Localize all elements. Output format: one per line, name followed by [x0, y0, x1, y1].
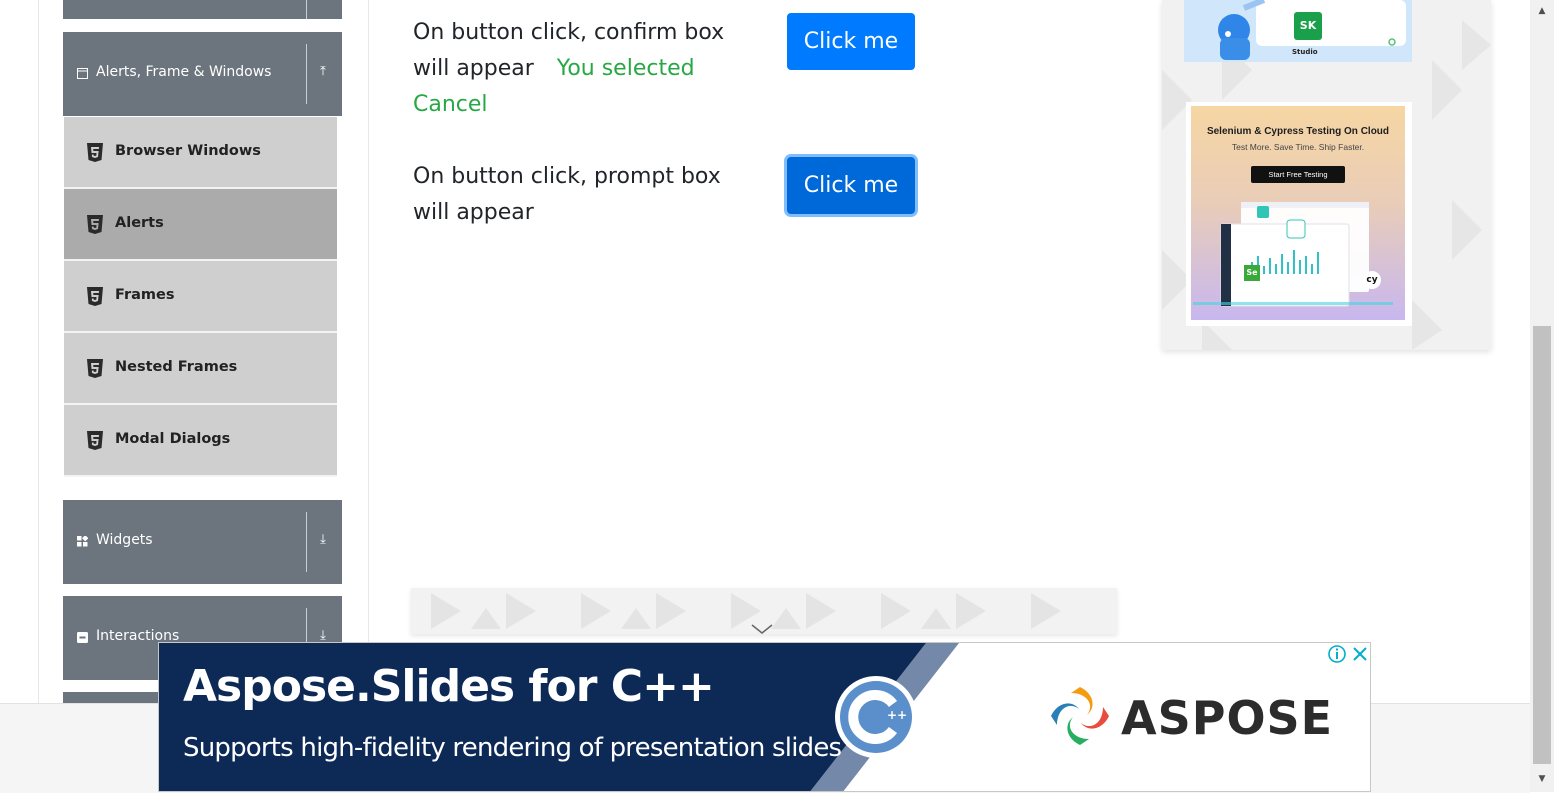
selenium-badge: Se [1244, 265, 1260, 281]
start-free-testing-button[interactable]: Start Free Testing [1251, 166, 1345, 183]
group-header-widgets[interactable]: Widgets ⤓ [63, 500, 342, 584]
scrollbar-thumb[interactable] [1533, 326, 1551, 764]
html5-icon [87, 143, 103, 162]
studio-logo-badge: SK [1294, 12, 1322, 40]
ad-top-card[interactable]: SK Studio [1184, 0, 1412, 62]
ad-subtitle: Supports high-fidelity rendering of pres… [183, 733, 842, 763]
interactions-icon [77, 632, 88, 643]
window-icon [77, 68, 88, 79]
sidebar-item-label: Frames [115, 287, 175, 303]
prompt-box-description: On button click, prompt box will appear [413, 159, 753, 231]
bottom-ad-banner[interactable]: Aspose.Slides for C++ Supports high-fide… [158, 642, 1371, 792]
sidebar-item-browser-windows[interactable]: Browser Windows [64, 117, 337, 189]
scroll-up-arrow-icon[interactable]: ▲ [1530, 2, 1554, 20]
confirm-result-prefix: You selected [556, 56, 695, 81]
group-header-divider [306, 0, 307, 19]
sidebar-item-alerts[interactable]: Alerts [64, 189, 337, 261]
confirm-description-line2: will appear [413, 56, 534, 81]
close-icon[interactable] [1350, 644, 1370, 664]
html5-icon [87, 431, 103, 450]
dashboard-illustration-icon [1193, 202, 1393, 307]
expand-arrow-icon[interactable]: ⤓ [313, 532, 333, 547]
group-header-label: Alerts, Frame & Windows [96, 64, 272, 80]
ad-lambdatest-card[interactable]: Selenium & Cypress Testing On Cloud Test… [1186, 102, 1412, 326]
sidebar-item-label: Modal Dialogs [115, 431, 231, 447]
scroll-down-arrow-icon[interactable]: ▼ [1530, 770, 1554, 788]
right-ad-panel[interactable]: SK Studio Selenium & Cypress Testing On … [1162, 0, 1491, 350]
ad-pattern-strip [411, 588, 1117, 634]
ad-card-subtitle: Test More. Save Time. Ship Faster. [1231, 142, 1365, 152]
group-header-alerts-frame-windows[interactable]: Alerts, Frame & Windows ⤒ [63, 32, 342, 116]
group-header-divider [306, 44, 307, 104]
sidebar-item-nested-frames[interactable]: Nested Frames [64, 333, 337, 405]
prompt-description-line1: On button click, prompt box [413, 164, 721, 189]
chevron-down-icon[interactable] [751, 624, 773, 634]
sidebar-item-modal-dialogs[interactable]: Modal Dialogs [64, 405, 337, 477]
sidebar-item-label: Browser Windows [115, 143, 261, 159]
expand-arrow-icon[interactable]: ⤓ [313, 628, 333, 643]
aspose-logo-icon [1051, 687, 1109, 745]
sidebar-item-label: Nested Frames [115, 359, 238, 375]
prompt-button[interactable]: Click me [787, 157, 915, 214]
sidebar-item-frames[interactable]: Frames [64, 261, 337, 333]
confirm-box-description: On button click, confirm box will appear… [413, 15, 753, 123]
ad-card-title: Selenium & Cypress Testing On Cloud [1206, 126, 1390, 137]
studio-label: Studio [1292, 48, 1318, 56]
confirm-button[interactable]: Click me [787, 13, 915, 70]
cpp-logo-plus: ++ [887, 708, 908, 722]
confirm-description-line1: On button click, confirm box [413, 20, 725, 45]
html5-icon [87, 287, 103, 306]
sidebar-item-label: Alerts [115, 215, 164, 231]
vertical-scrollbar[interactable]: ▲ ▼ [1530, 0, 1554, 792]
html5-icon [87, 215, 103, 234]
html5-icon [87, 359, 103, 378]
cypress-badge: cy [1363, 271, 1381, 289]
info-icon[interactable] [1327, 644, 1347, 664]
aspose-brand: ASPOSE [1121, 691, 1334, 745]
group-header-label: Widgets [96, 532, 153, 548]
group-header-forms[interactable] [63, 0, 342, 19]
ad-title: Aspose.Slides for C++ [183, 661, 715, 712]
collapse-arrow-icon[interactable]: ⤒ [313, 64, 333, 79]
group-header-divider [306, 512, 307, 572]
confirm-result-value: Cancel [413, 92, 488, 117]
widgets-grid-icon [77, 536, 88, 547]
prompt-description-line2: will appear [413, 200, 534, 225]
